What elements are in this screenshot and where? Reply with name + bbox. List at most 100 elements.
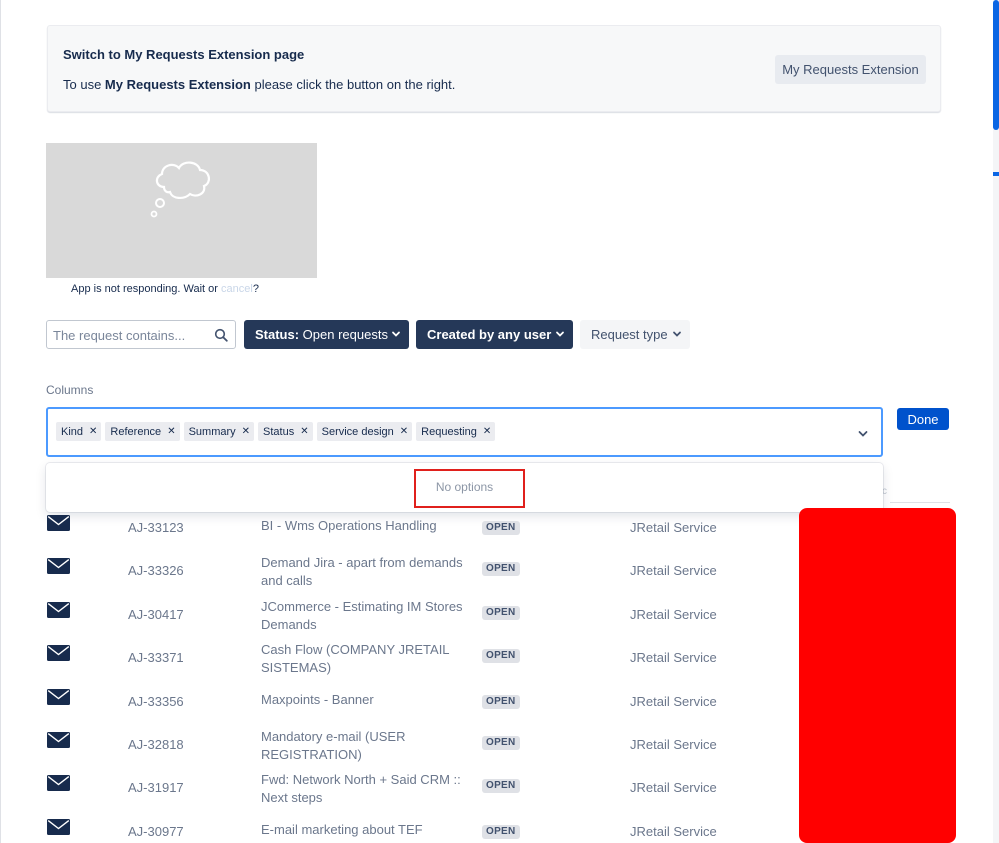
column-tag: Kind ✕ — [56, 422, 102, 441]
remove-column-icon[interactable]: ✕ — [167, 426, 175, 437]
envelope-icon — [47, 775, 70, 792]
request-summary[interactable]: BI - Wms Operations Handling — [261, 517, 471, 535]
request-reference[interactable]: AJ-30977 — [128, 824, 184, 839]
request-type-filter-button[interactable]: Request type — [580, 320, 690, 349]
request-search-field[interactable] — [46, 320, 236, 349]
search-icon[interactable] — [214, 328, 228, 342]
envelope-icon — [47, 732, 70, 748]
request-row[interactable]: AJ-30977 E-mail marketing about TEF OPEN JR… — [0, 818, 800, 843]
request-row[interactable]: AJ-33123 BI - Wms Operations Handling OPEN… — [0, 515, 800, 558]
request-row[interactable]: AJ-33326 Demand Jira - apart from demands… — [0, 555, 800, 601]
columns-multiselect[interactable]: Kind ✕ Reference ✕ Summary ✕ Status ✕ Service de… — [46, 407, 883, 457]
request-row[interactable]: AJ-33356 Maxpoints - Banner OPEN JRetail Se… — [0, 688, 800, 732]
request-reference[interactable]: AJ-31917 — [128, 780, 184, 795]
remove-column-icon[interactable]: ✕ — [242, 426, 250, 437]
banner-text-tail: please click the button on the right. — [250, 77, 456, 92]
request-reference[interactable]: AJ-33371 — [128, 650, 184, 665]
status-badge: OPEN — [482, 736, 520, 750]
chevron-down-icon — [556, 331, 564, 337]
column-tag-label: Requesting — [421, 425, 477, 438]
my-requests-extension-button[interactable]: My Requests Extension — [775, 55, 926, 84]
remove-column-icon[interactable]: ✕ — [89, 426, 97, 437]
service-desk-name: JRetail Service — [630, 693, 717, 709]
chevron-down-icon[interactable] — [857, 428, 869, 440]
column-tag: Summary ✕ — [183, 422, 255, 441]
request-reference[interactable]: AJ-33356 — [128, 694, 184, 709]
request-reference[interactable]: AJ-30417 — [128, 607, 184, 622]
request-row[interactable]: AJ-31917 Fwd: Network North + Said CRM ::… — [0, 772, 800, 818]
status-badge: OPEN — [482, 562, 520, 577]
status-badge: OPEN — [482, 521, 520, 535]
request-row[interactable]: AJ-32818 Mandatory e-mail (USER REGISTRAT… — [0, 729, 800, 775]
status-filter-button[interactable]: Status: Open requests — [244, 320, 409, 349]
banner-text-lead: To use — [63, 77, 105, 92]
remove-column-icon[interactable]: ✕ — [483, 426, 491, 437]
service-desk-name: JRetail Service — [630, 563, 717, 579]
column-tag: Requesting ✕ — [416, 422, 496, 441]
request-summary[interactable]: Mandatory e-mail (USER REGISTRATION) — [261, 728, 471, 764]
column-tag: Status ✕ — [258, 422, 313, 441]
envelope-icon — [47, 688, 70, 705]
request-type-filter-label: Request type — [591, 327, 668, 342]
thought-cloud-icon — [150, 161, 210, 218]
request-summary[interactable]: JCommerce - Estimating IM Stores Demands — [261, 598, 471, 634]
chevron-down-icon — [392, 331, 400, 337]
app-not-responding-message: App is not responding. Wait or cancel? — [71, 283, 259, 295]
column-tag: Service design ✕ — [316, 422, 413, 441]
status-badge: OPEN — [482, 649, 520, 664]
request-reference[interactable]: AJ-33123 — [128, 520, 184, 535]
column-tag-label: Summary — [188, 425, 236, 438]
banner-text-product: My Requests Extension — [104, 77, 251, 92]
request-row[interactable]: AJ-30417 JCommerce - Estimating IM Stores… — [0, 599, 800, 645]
status-filter-prefix: Status: — [255, 327, 300, 342]
envelope-icon — [47, 601, 70, 618]
request-summary[interactable]: Demand Jira - apart from demands and cal… — [261, 554, 471, 590]
request-reference[interactable]: AJ-32818 — [128, 737, 184, 752]
redaction-block — [799, 508, 956, 843]
selected-columns: Kind ✕ Reference ✕ Summary ✕ Status ✕ Service de… — [56, 422, 496, 441]
status-badge: OPEN — [482, 605, 520, 620]
app-placeholder — [46, 143, 317, 278]
extension-banner: Switch to My Requests Extension page To … — [47, 25, 941, 112]
done-button[interactable]: Done — [897, 408, 949, 430]
envelope-icon — [47, 818, 70, 835]
remove-column-icon[interactable]: ✕ — [300, 426, 308, 437]
table-header-divider — [890, 502, 950, 503]
status-badge: OPEN — [482, 694, 520, 709]
service-desk-name: JRetail Service — [630, 737, 717, 752]
chevron-down-icon — [673, 331, 681, 337]
request-summary[interactable]: Cash Flow (COMPANY JRETAIL SISTEMAS) — [261, 641, 471, 677]
request-summary[interactable]: E-mail marketing about TEF — [261, 821, 471, 839]
banner-title: Switch to My Requests Extension page — [63, 47, 305, 62]
status-filter-value: Open requests — [299, 327, 388, 342]
banner-text: To use My Requests Extension please clic… — [63, 77, 455, 92]
column-tag-label: Reference — [110, 425, 162, 438]
envelope-icon — [47, 558, 70, 575]
status-badge: OPEN — [482, 824, 520, 839]
remove-column-icon[interactable]: ✕ — [400, 426, 408, 437]
column-tag-label: Kind — [61, 425, 84, 438]
service-desk-name: JRetail Service — [630, 823, 717, 839]
request-search-input[interactable] — [53, 327, 203, 343]
request-summary[interactable]: Maxpoints - Banner — [261, 691, 471, 709]
column-tag-label: Status — [263, 425, 295, 438]
app-message-text: App is not responding. Wait or — [71, 283, 222, 295]
request-reference[interactable]: AJ-33326 — [128, 563, 184, 578]
column-tag-label: Service design — [321, 425, 394, 438]
service-desk-name: JRetail Service — [630, 650, 717, 666]
created-by-filter-label: Created by any user — [427, 327, 552, 342]
envelope-icon — [47, 645, 70, 662]
app-message-end: ? — [252, 283, 259, 295]
annotation-highlight-box — [414, 469, 525, 508]
scrollbar-thumb[interactable] — [993, 0, 999, 130]
service-desk-name: JRetail Service — [630, 606, 717, 622]
service-desk-name: JRetail Service — [630, 520, 717, 535]
cancel-link[interactable]: cancel — [221, 283, 253, 295]
scrollbar-marker — [993, 172, 999, 176]
request-summary[interactable]: Fwd: Network North + Said CRM :: Next st… — [261, 771, 471, 807]
service-desk-name: JRetail Service — [630, 780, 717, 796]
columns-label: Columns — [46, 383, 94, 397]
column-tag: Reference ✕ — [105, 422, 180, 441]
created-by-filter-button[interactable]: Created by any user — [416, 320, 573, 349]
request-row[interactable]: AJ-33371 Cash Flow (COMPANY JRETAIL SISTE… — [0, 642, 800, 688]
